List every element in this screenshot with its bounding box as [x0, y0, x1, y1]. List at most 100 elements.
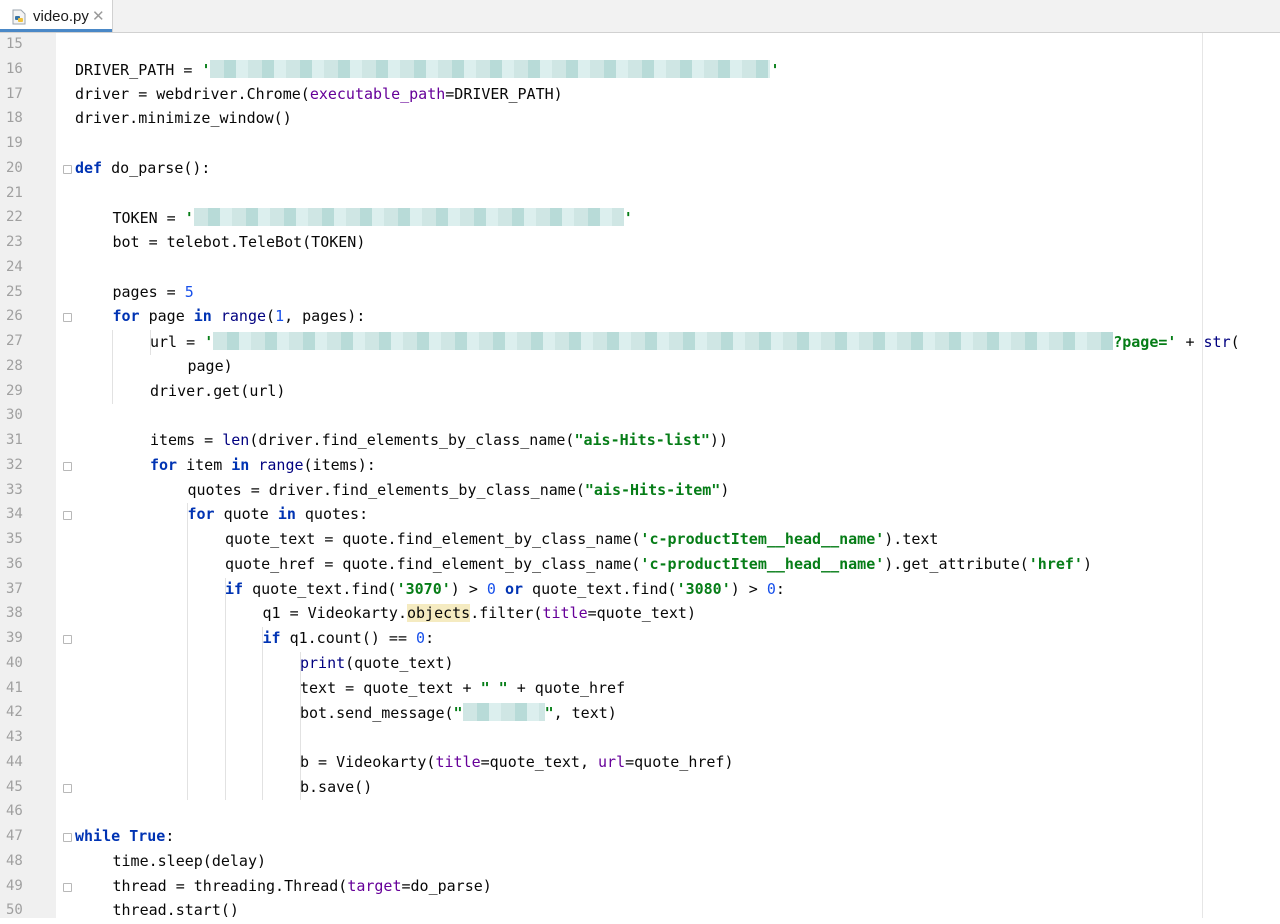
code-line[interactable]: 40 print(quote_text): [0, 652, 1280, 677]
code-line[interactable]: 33 quotes = driver.find_elements_by_class…: [0, 479, 1280, 504]
code-line[interactable]: 20 def do_parse():: [0, 157, 1280, 182]
code-token: =DRIVER_PATH): [445, 84, 563, 103]
code-token: ) >: [450, 579, 487, 598]
code-line[interactable]: 29 driver.get(url): [0, 380, 1280, 405]
code-line[interactable]: 16 DRIVER_PATH = ' ': [0, 58, 1280, 83]
code-line[interactable]: 45 b.save(): [0, 776, 1280, 801]
line-number: 33: [6, 481, 23, 498]
code-line[interactable]: 34 for quote in quotes:: [0, 503, 1280, 528]
code-token: time.sleep(delay): [112, 851, 267, 870]
code-line[interactable]: 31 items = len(driver.find_elements_by_cl…: [0, 429, 1280, 454]
code-text: quote_text = quote.find_element_by_class…: [225, 530, 938, 548]
code-text: page): [188, 357, 233, 375]
fold-toggle-icon[interactable]: [63, 833, 72, 842]
code-line[interactable]: 22 TOKEN = ' ': [0, 206, 1280, 231]
code-line[interactable]: 46: [0, 800, 1280, 825]
code-line[interactable]: 39 if q1.count() == 0:: [0, 627, 1280, 652]
close-icon[interactable]: ✕: [92, 7, 105, 25]
code-line[interactable]: 41 text = quote_text + " " + quote_href: [0, 677, 1280, 702]
code-line[interactable]: 44 b = Videokarty(title=quote_text, url=q…: [0, 751, 1280, 776]
code-line[interactable]: 42 bot.send_message(" ", text): [0, 701, 1280, 726]
line-number: 30: [6, 407, 23, 424]
code-token: objects: [407, 604, 471, 623]
line-number: 34: [6, 506, 23, 523]
code-line[interactable]: 49 thread = threading.Thread(target=do_pa…: [0, 875, 1280, 900]
code-line[interactable]: 15: [0, 33, 1280, 58]
code-text: if q1.count() == 0:: [263, 629, 435, 647]
code-token: True: [129, 827, 166, 845]
code-token: :: [775, 579, 785, 598]
code-line[interactable]: 28 page): [0, 355, 1280, 380]
code-text: if quote_text.find('3070') > 0 or quote_…: [225, 580, 785, 598]
code-line[interactable]: 23 bot = telebot.TeleBot(TOKEN): [0, 231, 1280, 256]
line-number: 36: [6, 555, 23, 572]
fold-toggle-icon[interactable]: [63, 882, 72, 892]
code-line[interactable]: 21: [0, 182, 1280, 207]
code-line[interactable]: 35 quote_text = quote.find_element_by_cla…: [0, 528, 1280, 553]
indent-guide: [224, 577, 226, 801]
code-line[interactable]: 37 if quote_text.find('3070') > 0 or quot…: [0, 578, 1280, 603]
code-token: title: [542, 604, 588, 623]
code-token: (: [1230, 333, 1240, 351]
code-line[interactable]: 38 q1 = Videokarty.objects.filter(title=q…: [0, 602, 1280, 627]
fold-toggle-icon[interactable]: [63, 511, 72, 521]
code-token: DRIVER_PATH =: [75, 60, 202, 79]
code-line[interactable]: 32 for item in range(items):: [0, 454, 1280, 479]
code-text: quote_href = quote.find_element_by_class…: [225, 555, 1092, 573]
line-number: 49: [6, 877, 23, 894]
code-line[interactable]: 50 thread.start(): [0, 899, 1280, 924]
code-text: quotes = driver.find_elements_by_class_n…: [188, 481, 730, 499]
code-text: b = Videokarty(title=quote_text, url=quo…: [300, 753, 734, 771]
code-token: 5: [184, 282, 194, 301]
code-line[interactable]: 17 driver = webdriver.Chrome(executable_p…: [0, 83, 1280, 108]
redacted-value: [193, 208, 624, 227]
fold-toggle-icon[interactable]: [63, 313, 72, 323]
code-text: thread = threading.Thread(target=do_pars…: [113, 877, 492, 895]
code-text: for quote in quotes:: [188, 505, 369, 523]
line-number: 48: [6, 852, 23, 869]
code-line[interactable]: 43: [0, 726, 1280, 751]
code-line[interactable]: 18 driver.minimize_window(): [0, 107, 1280, 132]
active-tab-indicator: [0, 29, 112, 32]
code-token: bot.send_message(: [300, 704, 454, 723]
code-text: bot = telebot.TeleBot(TOKEN): [113, 233, 366, 251]
code-token: range: [258, 455, 304, 474]
code-token: for: [150, 455, 178, 474]
file-tab[interactable]: video.py ✕: [0, 0, 113, 32]
fold-toggle-icon[interactable]: [63, 783, 72, 793]
code-text: for page in range(1, pages):: [113, 307, 366, 325]
code-text: thread.start(): [113, 901, 239, 919]
code-token: if: [262, 629, 281, 647]
code-line[interactable]: 19: [0, 132, 1280, 157]
fold-toggle-icon[interactable]: [63, 635, 72, 644]
code-token: def: [75, 158, 103, 177]
code-text: text = quote_text + " " + quote_href: [300, 679, 625, 697]
code-token: in: [231, 455, 250, 474]
line-number: 43: [6, 729, 23, 745]
code-text: def do_parse():: [75, 159, 210, 177]
line-number: 24: [6, 258, 23, 275]
code-token: quote_href = quote.find_element_by_class…: [225, 554, 641, 573]
code-line[interactable]: 48 time.sleep(delay): [0, 850, 1280, 875]
code-line[interactable]: 47 while True:: [0, 825, 1280, 850]
code-line[interactable]: 25 pages = 5: [0, 281, 1280, 306]
line-number: 15: [6, 36, 23, 52]
code-editor[interactable]: 15 16 DRIVER_PATH = ' ' 17 driver = webdriver…: [0, 33, 1280, 919]
fold-toggle-icon[interactable]: [63, 164, 72, 174]
code-token: ): [1082, 554, 1092, 573]
code-token: , pages):: [284, 307, 366, 326]
code-token: + quote_href: [507, 678, 626, 697]
code-line[interactable]: 27 url = ' ?page=' + str(: [0, 330, 1280, 355]
code-token: quotes:: [295, 505, 369, 524]
code-line[interactable]: 30: [0, 404, 1280, 429]
fold-toggle-icon[interactable]: [63, 461, 72, 471]
code-text: driver.minimize_window(): [75, 109, 292, 127]
code-token: ': [770, 60, 780, 79]
tab-filename: video.py: [33, 8, 89, 25]
code-line[interactable]: 26 for page in range(1, pages):: [0, 305, 1280, 330]
code-line[interactable]: 36 quote_href = quote.find_element_by_cla…: [0, 553, 1280, 578]
redacted-value: [210, 59, 771, 78]
line-number: 42: [6, 704, 23, 721]
indent-guide: [149, 330, 151, 355]
code-line[interactable]: 24: [0, 256, 1280, 281]
